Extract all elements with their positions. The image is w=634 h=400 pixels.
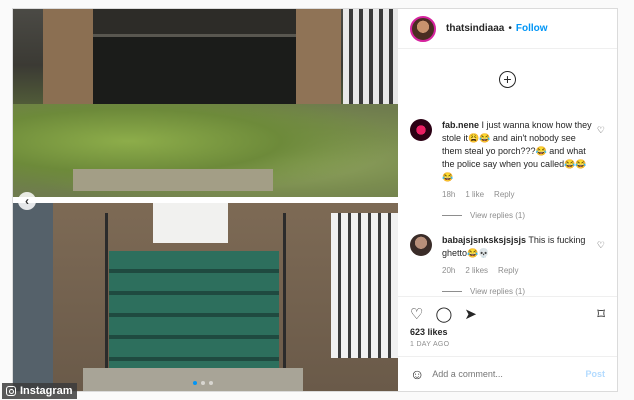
share-icon[interactable]: ➤ <box>464 305 477 323</box>
comment-username[interactable]: fab.nene <box>442 120 479 130</box>
replies-line <box>442 215 462 217</box>
photo-stairs <box>109 251 279 371</box>
carousel-dot[interactable] <box>201 381 205 385</box>
add-comment-bar: ☺ Post <box>398 356 617 391</box>
avatar[interactable] <box>410 15 436 42</box>
plus-circle-icon[interactable]: + <box>499 71 516 89</box>
post-timestamp: 1 DAY AGO <box>410 341 450 349</box>
view-replies[interactable]: View replies (1) <box>442 287 605 296</box>
photo-left-column <box>13 203 53 391</box>
comments-section: + fab.nene I just wanna know how they st… <box>398 49 617 296</box>
comment-age: 18h <box>442 190 456 200</box>
comment-meta: 20h 2 likes Reply <box>442 266 592 275</box>
instagram-watermark: Instagram <box>2 383 77 399</box>
avatar[interactable] <box>410 119 432 142</box>
chevron-left-icon[interactable]: ‹ <box>18 192 36 210</box>
reply-button[interactable]: Reply <box>494 190 514 199</box>
reply-button[interactable]: Reply <box>498 266 518 275</box>
load-more-comments: + <box>410 49 605 119</box>
emoji-icon[interactable]: ☺ <box>410 366 424 382</box>
comment-likes[interactable]: 2 likes <box>465 266 488 275</box>
action-bar: ♡ ◯ ➤ ⌑ <box>398 296 617 325</box>
post-comment-button[interactable]: Post <box>585 369 605 379</box>
comment-text: babajsjsnksksjsjsjs This is fucking ghet… <box>442 234 592 260</box>
photo-after <box>13 203 398 391</box>
bookmark-icon[interactable]: ⌑ <box>597 305 605 323</box>
photo-rail-right <box>283 213 297 373</box>
post-media[interactable]: ‹ <box>13 9 398 391</box>
post-sidebar: thatsindiaaa • Follow + fab.nene I just … <box>398 9 617 391</box>
screenshot-frame: ‹ thatsindiaaa • Follow + fab.nene I jus… <box>0 0 634 400</box>
header-separator: • <box>508 23 512 35</box>
comment-item: babajsjsnksksjsjsjs This is fucking ghet… <box>410 234 605 275</box>
watermark-label: Instagram <box>20 385 73 397</box>
photo-door <box>153 203 228 243</box>
carousel-dot[interactable] <box>209 381 213 385</box>
view-replies-label[interactable]: View replies (1) <box>470 287 525 296</box>
view-replies[interactable]: View replies (1) <box>442 211 605 220</box>
comment-text: fab.nene I just wanna know how they stol… <box>442 119 592 184</box>
comment-body: babajsjsnksksjsjsjs This is fucking ghet… <box>442 234 592 275</box>
carousel-dot[interactable] <box>193 381 197 385</box>
comment-likes[interactable]: 1 like <box>465 190 484 199</box>
comment-age: 20h <box>442 266 456 276</box>
replies-line <box>442 291 462 293</box>
photo-gate <box>331 213 398 358</box>
author-username[interactable]: thatsindiaaa <box>446 23 504 34</box>
instagram-post: ‹ thatsindiaaa • Follow + fab.nene I jus… <box>12 8 618 392</box>
heart-icon[interactable]: ♡ <box>597 125 605 136</box>
photo-beam <box>93 9 298 37</box>
avatar[interactable] <box>410 234 432 257</box>
photo-before <box>13 9 398 197</box>
comment-input[interactable] <box>432 369 586 380</box>
comment-body: fab.nene I just wanna know how they stol… <box>442 119 592 199</box>
instagram-logo-icon <box>6 386 16 396</box>
likes-count[interactable]: 623 likes <box>398 325 617 339</box>
post-header: thatsindiaaa • Follow <box>398 9 617 50</box>
view-replies-label[interactable]: View replies (1) <box>470 211 525 220</box>
carousel-dots <box>193 381 213 385</box>
comment-meta: 18h 1 like Reply <box>442 190 592 199</box>
heart-icon[interactable]: ♡ <box>410 305 423 323</box>
heart-icon[interactable]: ♡ <box>597 240 605 251</box>
photo-step-base <box>83 368 303 391</box>
comment-username[interactable]: babajsjsnksksjsjsjs <box>442 235 526 245</box>
photo-curb <box>73 169 273 191</box>
comment-icon[interactable]: ◯ <box>435 305 452 323</box>
comment-item: fab.nene I just wanna know how they stol… <box>410 119 605 199</box>
follow-button[interactable]: Follow <box>516 23 548 34</box>
